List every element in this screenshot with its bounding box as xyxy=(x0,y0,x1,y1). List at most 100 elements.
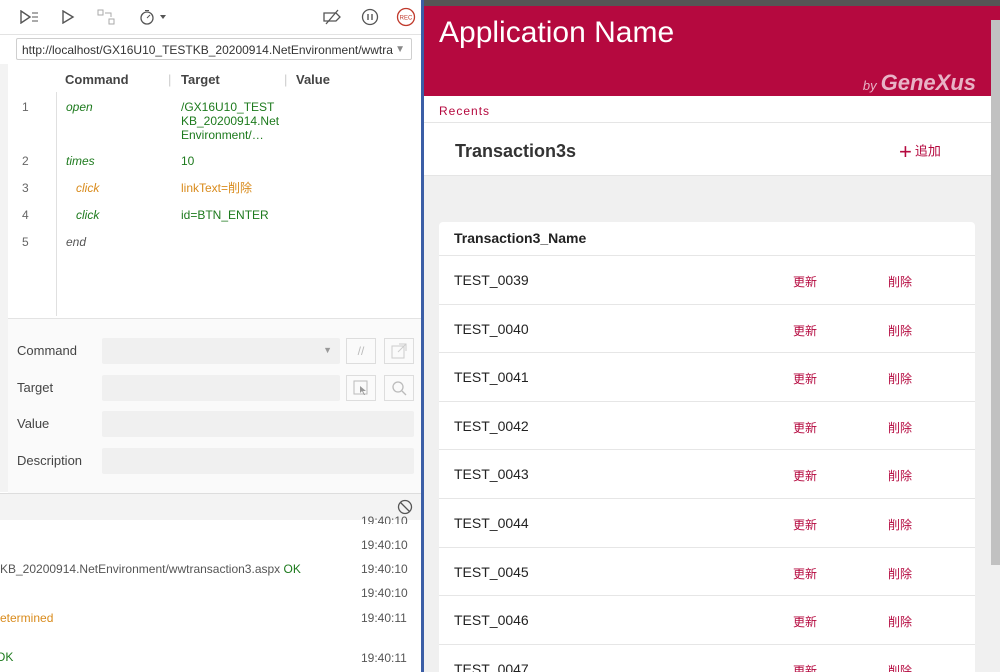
stopwatch-icon[interactable] xyxy=(138,6,170,28)
target-input[interactable] xyxy=(102,375,340,401)
delete-link[interactable]: 削除 xyxy=(888,322,912,339)
run-all-icon[interactable] xyxy=(18,6,40,28)
table-row: TEST_0043 更新 削除 xyxy=(439,449,975,498)
delete-link[interactable]: 削除 xyxy=(888,516,912,533)
web-app: Application Name by GeneXus Recents Trans… xyxy=(424,0,1000,672)
table-row: TEST_0046 更新 削除 xyxy=(439,595,975,644)
line-number: 5 xyxy=(22,235,29,249)
log-text: KB_20200914.NetEnvironment/wwtransaction… xyxy=(0,562,281,576)
update-link[interactable]: 更新 xyxy=(793,516,817,533)
table-row: TEST_0041 更新 削除 xyxy=(439,352,975,401)
update-link[interactable]: 更新 xyxy=(793,370,817,387)
run-icon[interactable] xyxy=(58,6,78,28)
search-icon[interactable] xyxy=(384,375,414,401)
delete-link[interactable]: 削除 xyxy=(888,613,912,630)
command-target: id=BTN_ENTER xyxy=(181,208,269,222)
command-target: /GX16U10_TESTKB_20200914.NetEnvironment/… xyxy=(181,100,280,142)
delete-link[interactable]: 削除 xyxy=(888,370,912,387)
row-name: TEST_0039 xyxy=(454,272,529,288)
app-header: Application Name by GeneXus xyxy=(424,0,1000,96)
record-label: REC xyxy=(400,16,413,22)
table-row: TEST_0042 更新 削除 xyxy=(439,400,975,450)
app-title: Application Name xyxy=(439,16,675,49)
disable-breakpoints-icon[interactable] xyxy=(321,6,343,28)
chevron-down-icon[interactable]: ▼ xyxy=(395,39,405,59)
update-link[interactable]: 更新 xyxy=(793,322,817,339)
base-url-input[interactable]: http://localhost/GX16U10_TESTKB_20200914… xyxy=(16,38,412,60)
row-name: TEST_0045 xyxy=(454,563,529,580)
command-name: click xyxy=(76,181,100,195)
step-icon[interactable] xyxy=(95,6,117,28)
comment-button[interactable]: // xyxy=(346,338,376,364)
line-number: 2 xyxy=(22,154,29,168)
logo-by: by xyxy=(862,78,877,93)
record-button[interactable]: REC xyxy=(395,6,417,28)
command-row[interactable]: 1 open /GX16U10_TESTKB_20200914.NetEnvir… xyxy=(0,100,421,150)
description-label: Description xyxy=(17,453,83,468)
row-name: TEST_0042 xyxy=(454,417,529,434)
value-label: Value xyxy=(17,416,50,431)
line-number: 3 xyxy=(22,181,29,195)
command-row[interactable]: 5 end xyxy=(0,235,421,255)
delete-link[interactable]: 削除 xyxy=(888,467,912,484)
update-link[interactable]: 更新 xyxy=(793,662,817,672)
log-time: 19:40:10 xyxy=(361,538,408,552)
row-name: TEST_0046 xyxy=(454,612,529,629)
command-row[interactable]: 2 times 10 xyxy=(0,154,421,174)
log-time: 19:40:10 xyxy=(361,514,408,524)
table-row: TEST_0044 更新 削除 xyxy=(439,498,975,547)
log-toolbar xyxy=(0,493,421,520)
log-status: OK xyxy=(0,650,14,664)
scrollbar[interactable] xyxy=(991,20,1000,565)
command-name: click xyxy=(76,208,100,222)
update-link[interactable]: 更新 xyxy=(793,419,817,436)
recents-link[interactable]: Recents xyxy=(439,104,490,118)
update-link[interactable]: 更新 xyxy=(793,565,817,582)
table-row: TEST_0040 更新 削除 xyxy=(439,303,975,353)
column-header: Transaction3_Name xyxy=(454,230,587,246)
browser-edge xyxy=(424,0,1000,6)
chevron-down-icon[interactable]: ▼ xyxy=(323,345,332,355)
log-time: 19:40:10 xyxy=(361,562,408,576)
select-target-icon[interactable] xyxy=(346,375,376,401)
ide-toolbar: REC xyxy=(0,0,421,35)
command-row[interactable]: 3 click linkText=削除 xyxy=(0,181,421,201)
delete-link[interactable]: 削除 xyxy=(888,662,912,672)
command-name: open xyxy=(66,100,93,114)
update-link[interactable]: 更新 xyxy=(793,613,817,630)
log-entry: etermined xyxy=(0,611,54,625)
log-time: 19:40:10 xyxy=(361,586,408,600)
records-grid: Transaction3_Name TEST_0039 更新 削除 TEST_0040… xyxy=(439,222,975,672)
logo-name: GeneXus xyxy=(880,70,976,95)
description-input[interactable] xyxy=(102,448,414,474)
page-title: Transaction3s xyxy=(455,141,577,161)
log-time: 19:40:11 xyxy=(361,611,407,625)
command-row[interactable]: 4 click id=BTN_ENTER xyxy=(0,208,421,228)
log-entry: KB_20200914.NetEnvironment/wwtransaction… xyxy=(0,562,301,576)
command-table-header: Command | Target | Value xyxy=(65,72,330,87)
delete-link[interactable]: 削除 xyxy=(888,273,912,290)
table-row: TEST_0045 更新 削除 xyxy=(439,546,975,596)
selenium-ide-panel: REC http://localhost/GX16U10_TESTKB_2020… xyxy=(0,0,421,672)
update-link[interactable]: 更新 xyxy=(793,273,817,290)
add-label: 追加 xyxy=(914,143,941,159)
open-reference-icon[interactable] xyxy=(384,338,414,364)
row-name: TEST_0043 xyxy=(454,466,529,483)
genexus-logo: by GeneXus xyxy=(863,70,976,96)
base-url-value: http://localhost/GX16U10_TESTKB_20200914… xyxy=(22,43,393,57)
add-button[interactable]: + 追加 xyxy=(899,139,941,165)
delete-link[interactable]: 削除 xyxy=(888,419,912,436)
pause-icon[interactable] xyxy=(359,6,381,28)
value-input[interactable] xyxy=(102,411,414,437)
command-target: 10 xyxy=(181,154,195,168)
command-select[interactable]: ▼ xyxy=(102,338,340,364)
row-name: TEST_0040 xyxy=(454,320,529,337)
header-value: Value xyxy=(296,72,330,87)
command-label: Command xyxy=(17,343,77,358)
delete-link[interactable]: 削除 xyxy=(888,565,912,582)
plus-icon: + xyxy=(899,139,912,164)
command-name: end xyxy=(66,235,87,249)
table-row: TEST_0039 更新 削除 xyxy=(439,255,975,304)
update-link[interactable]: 更新 xyxy=(793,467,817,484)
log-time: 19:40:11 xyxy=(361,651,407,665)
